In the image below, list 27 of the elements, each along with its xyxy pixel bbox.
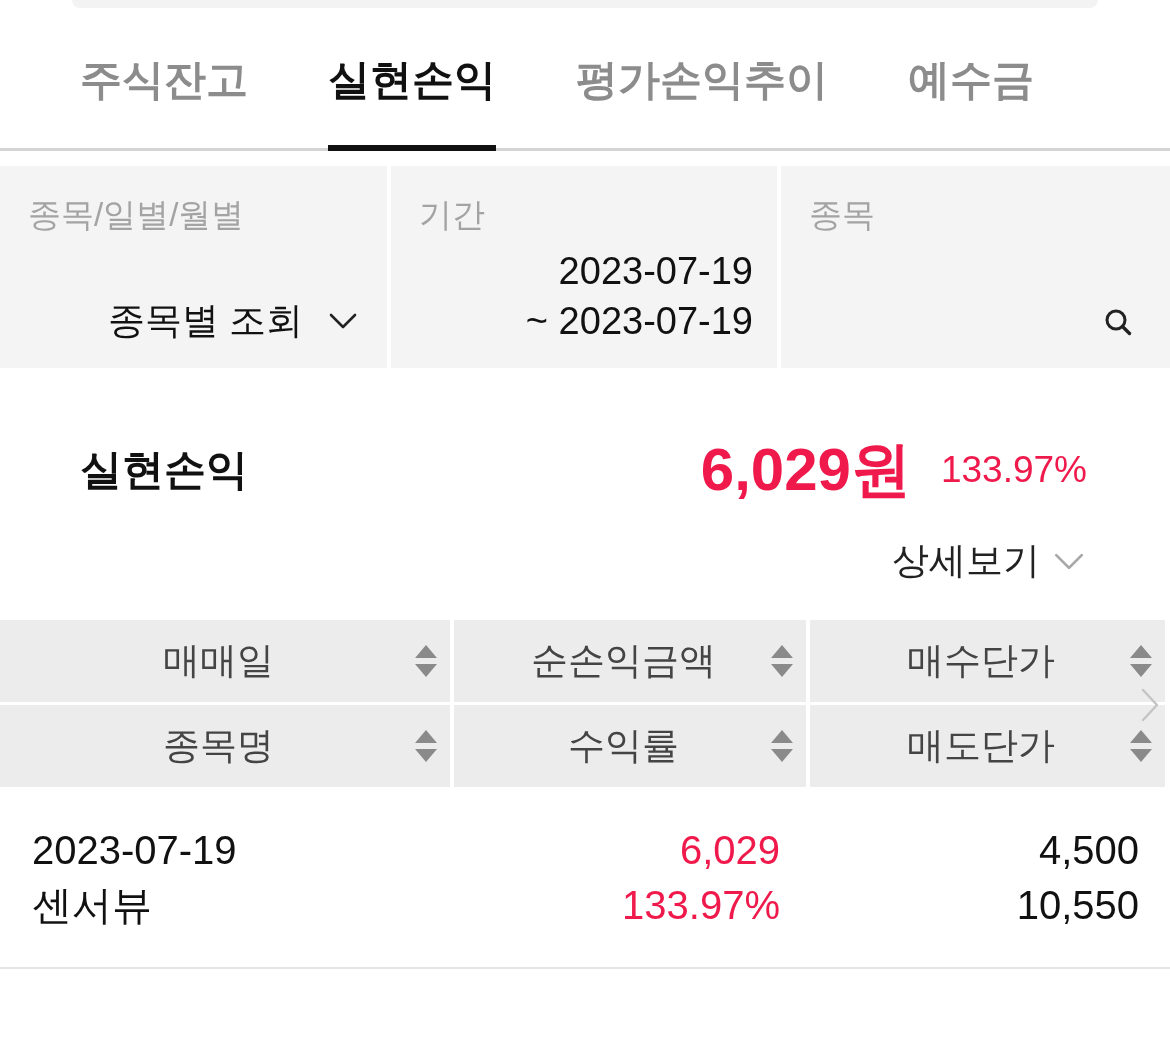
- profit-amount: 6,029원: [700, 434, 911, 505]
- table-cell-text: 4,500: [1038, 827, 1139, 874]
- table-cell-text: 133.97%: [622, 882, 780, 929]
- table-cell-text: 10,550: [1016, 882, 1139, 929]
- table-cell-text: 2023-07-19: [32, 827, 237, 874]
- view-type-select[interactable]: 종목별 조회: [107, 296, 363, 346]
- summary-label: 실현손익: [80, 445, 248, 495]
- filter-label: 기간: [419, 195, 485, 235]
- column-header[interactable]: 매매일: [0, 620, 450, 702]
- filter-label: 종목: [809, 195, 875, 235]
- details-toggle[interactable]: 상세보기: [892, 536, 1084, 586]
- date-range-text: 2023-07-19: [558, 249, 753, 294]
- search-icon[interactable]: [1104, 308, 1132, 336]
- column-header[interactable]: 수익률: [454, 705, 806, 787]
- column-header[interactable]: 순손익금액: [454, 620, 806, 702]
- date-range-text: ~ 2023-07-19: [525, 299, 753, 344]
- period-filter[interactable]: 기간 2023-07-19 ~ 2023-07-19: [391, 166, 777, 368]
- table-cell-text: 6,029: [679, 827, 780, 874]
- column-header[interactable]: 매도단가: [810, 705, 1165, 787]
- chevron-down-icon: [1054, 552, 1084, 570]
- table-cell-text: 센서뷰: [32, 882, 152, 929]
- chevron-down-icon: [329, 313, 357, 329]
- profit-rate: 133.97%: [940, 449, 1087, 491]
- filter-label: 종목/일별/월별: [28, 195, 245, 235]
- column-header[interactable]: 매수단가: [810, 620, 1165, 702]
- tab[interactable]: 실현손익: [328, 8, 496, 151]
- column-header[interactable]: 종목명: [0, 705, 450, 787]
